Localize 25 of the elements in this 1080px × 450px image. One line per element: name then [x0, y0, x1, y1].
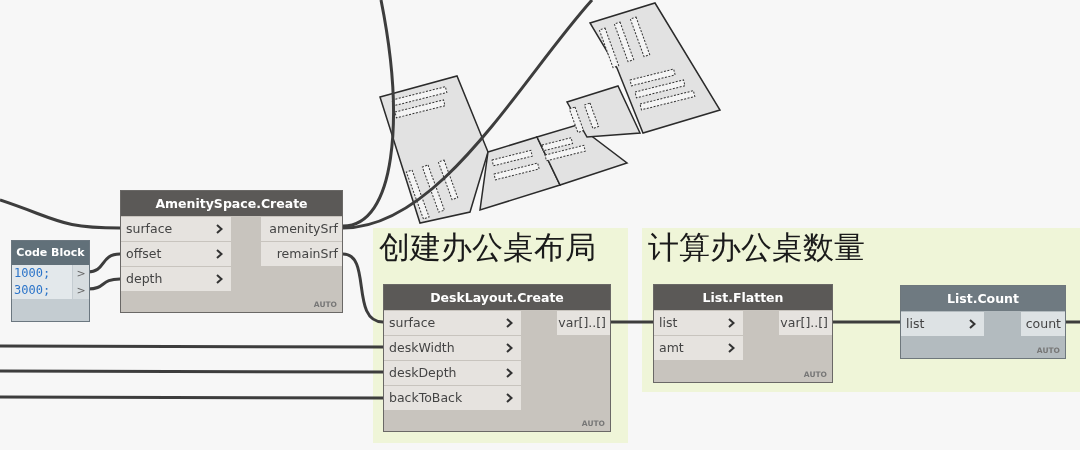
group-title: 创建办公桌布局: [379, 228, 596, 266]
input-port[interactable]: list: [654, 311, 743, 335]
input-port[interactable]: deskWidth: [384, 336, 521, 360]
node-title: Code Block: [12, 241, 89, 265]
output-port[interactable]: var[]..[]: [557, 311, 610, 335]
input-port[interactable]: surface: [121, 217, 231, 241]
node-title: List.Count: [901, 286, 1065, 311]
input-port[interactable]: depth: [121, 267, 231, 291]
input-port[interactable]: list: [901, 312, 984, 336]
group-title: 计算办公桌数量: [648, 228, 865, 266]
output-port[interactable]: remainSrf: [261, 242, 342, 266]
output-port[interactable]: >: [73, 265, 89, 282]
output-port[interactable]: var[]..[]: [779, 311, 832, 335]
code-block-node[interactable]: Code Block 1000; > 3000; >: [11, 240, 90, 322]
input-port[interactable]: backToBack: [384, 386, 521, 410]
node-title: DeskLayout.Create: [384, 285, 610, 310]
output-port[interactable]: count: [1021, 312, 1065, 336]
output-port[interactable]: amenitySrf: [261, 217, 342, 241]
node-title: List.Flatten: [654, 285, 832, 310]
input-port[interactable]: deskDepth: [384, 361, 521, 385]
input-port[interactable]: offset: [121, 242, 231, 266]
node-title: AmenitySpace.Create: [121, 191, 342, 216]
input-port[interactable]: amt: [654, 336, 743, 360]
input-port[interactable]: surface: [384, 311, 521, 335]
output-port[interactable]: >: [73, 282, 89, 299]
